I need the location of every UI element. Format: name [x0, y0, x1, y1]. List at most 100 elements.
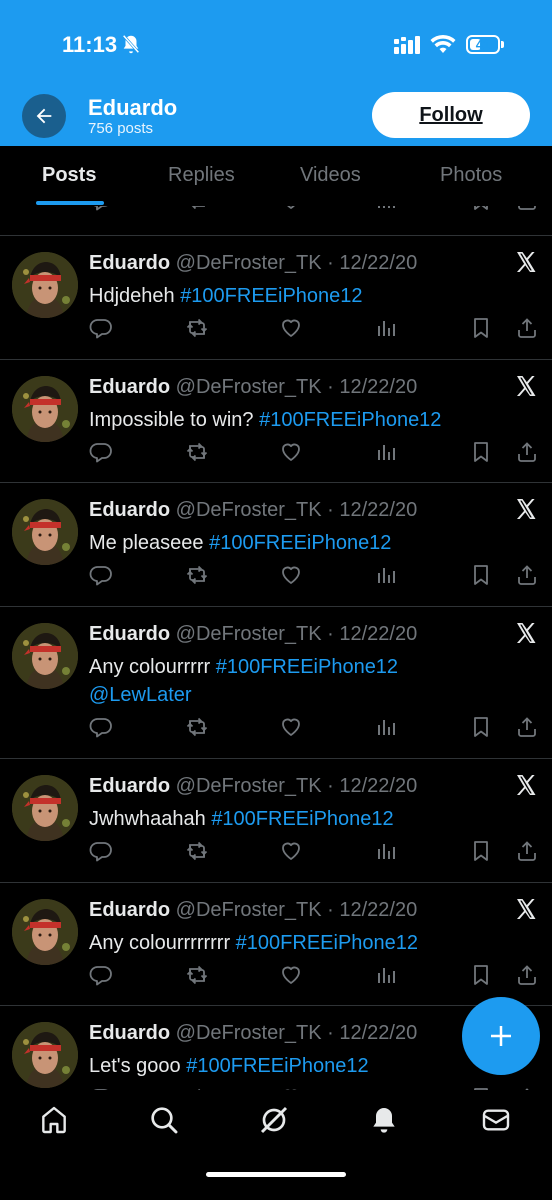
heart-icon[interactable] — [279, 206, 303, 212]
hashtag-link[interactable]: #100FREEiPhone12 — [259, 409, 441, 431]
repost-icon[interactable] — [185, 963, 209, 987]
tab-photos[interactable]: Photos — [440, 164, 502, 187]
views-icon[interactable] — [374, 715, 398, 739]
views-icon[interactable] — [374, 839, 398, 863]
share-icon[interactable] — [515, 715, 539, 739]
views-icon[interactable] — [374, 563, 398, 587]
post-text: Hdjdeheh #100FREEiPhone12 — [89, 285, 363, 307]
reply-icon[interactable] — [89, 839, 113, 863]
repost-icon[interactable] — [185, 206, 209, 212]
share-icon[interactable] — [515, 206, 539, 212]
avatar[interactable] — [12, 623, 78, 689]
hashtag-link[interactable]: #100FREEiPhone12 — [216, 656, 398, 678]
post-item[interactable]: Eduardo @DeFroster_TK · 12/22/20 Me pleas… — [0, 482, 552, 606]
author-name[interactable]: Eduardo — [89, 623, 176, 645]
share-icon[interactable] — [515, 440, 539, 464]
heart-icon[interactable] — [279, 316, 303, 340]
author-name[interactable]: Eduardo — [89, 376, 176, 398]
hashtag-link[interactable]: #100FREEiPhone12 — [211, 808, 393, 830]
x-logo-icon[interactable] — [514, 374, 538, 398]
search-icon[interactable] — [148, 1104, 180, 1136]
hashtag-link[interactable]: #100FREEiPhone12 — [186, 1055, 368, 1077]
author-name[interactable]: Eduardo — [89, 252, 176, 274]
mention-link[interactable]: @LewLater — [89, 684, 192, 706]
x-logo-icon[interactable] — [514, 250, 538, 274]
post-actions — [0, 963, 552, 993]
repost-icon[interactable] — [185, 563, 209, 587]
avatar[interactable] — [12, 775, 78, 841]
author-handle-date: @DeFroster_TK · 12/22/20 — [175, 899, 418, 921]
avatar[interactable] — [12, 252, 78, 318]
author-name[interactable]: Eduardo — [89, 499, 176, 521]
posts-feed[interactable]: Eduardo @DeFroster_TK · 12/22/20 Hdjdeheh… — [0, 206, 552, 1090]
author-name[interactable]: Eduardo — [89, 899, 176, 921]
post-item[interactable]: Eduardo @DeFroster_TK · 12/22/20 Any colo… — [0, 882, 552, 1005]
post-item[interactable]: Eduardo @DeFroster_TK · 12/22/20 Hdjdeheh… — [0, 235, 552, 359]
status-time: 11:13 — [62, 32, 118, 57]
views-icon[interactable] — [374, 206, 398, 212]
home-icon[interactable] — [38, 1104, 70, 1136]
bookmark-icon[interactable] — [469, 563, 493, 587]
post-actions — [0, 206, 552, 218]
bookmark-icon[interactable] — [469, 963, 493, 987]
heart-icon[interactable] — [279, 839, 303, 863]
heart-icon[interactable] — [279, 563, 303, 587]
views-icon[interactable] — [374, 316, 398, 340]
avatar[interactable] — [12, 899, 78, 965]
compose-button[interactable] — [462, 997, 540, 1075]
repost-icon[interactable] — [185, 715, 209, 739]
wifi-icon — [430, 34, 456, 53]
hashtag-link[interactable]: #100FREEiPhone12 — [180, 285, 362, 307]
repost-icon[interactable] — [185, 440, 209, 464]
x-logo-icon[interactable] — [514, 897, 538, 921]
tab-posts[interactable]: Posts — [42, 164, 96, 187]
bookmark-icon[interactable] — [469, 440, 493, 464]
share-icon[interactable] — [515, 316, 539, 340]
post-item[interactable]: Eduardo @DeFroster_TK · 12/22/20 Jwhwhaah… — [0, 758, 552, 882]
tab-replies[interactable]: Replies — [168, 164, 235, 187]
author-name[interactable]: Eduardo — [89, 775, 176, 797]
post-item[interactable]: Eduardo @DeFroster_TK · 12/22/20 Any colo… — [0, 606, 552, 758]
hashtag-link[interactable]: #100FREEiPhone12 — [209, 532, 391, 554]
views-icon[interactable] — [374, 963, 398, 987]
status-bar: 11:13 41 — [0, 0, 552, 90]
profile-header: 11:13 41 Eduardo 756 posts Follow — [0, 0, 552, 146]
avatar[interactable] — [12, 1022, 78, 1088]
avatar[interactable] — [12, 376, 78, 442]
x-logo-icon[interactable] — [514, 497, 538, 521]
reply-icon[interactable] — [89, 715, 113, 739]
reply-icon[interactable] — [89, 963, 113, 987]
follow-button[interactable]: Follow — [372, 92, 530, 138]
tab-videos[interactable]: Videos — [300, 164, 361, 187]
reply-icon[interactable] — [89, 563, 113, 587]
back-button[interactable] — [22, 94, 66, 138]
views-icon[interactable] — [374, 440, 398, 464]
heart-icon[interactable] — [279, 715, 303, 739]
avatar[interactable] — [12, 499, 78, 565]
share-icon[interactable] — [515, 839, 539, 863]
heart-icon[interactable] — [279, 440, 303, 464]
heart-icon[interactable] — [279, 963, 303, 987]
hashtag-link[interactable]: #100FREEiPhone12 — [236, 932, 418, 954]
post-header: Eduardo @DeFroster_TK · 12/22/20 — [89, 376, 417, 399]
reply-icon[interactable] — [89, 440, 113, 464]
post-item[interactable]: Eduardo @DeFroster_TK · 12/22/20 Impossib… — [0, 359, 552, 482]
x-logo-icon[interactable] — [514, 773, 538, 797]
bookmark-icon[interactable] — [469, 206, 493, 212]
repost-icon[interactable] — [185, 316, 209, 340]
bookmark-icon[interactable] — [469, 316, 493, 340]
reply-icon[interactable] — [89, 206, 113, 212]
author-handle-date: @DeFroster_TK · 12/22/20 — [175, 623, 418, 645]
share-icon[interactable] — [515, 963, 539, 987]
author-name[interactable]: Eduardo — [89, 1022, 176, 1044]
bottom-navigation — [0, 1090, 552, 1200]
reply-icon[interactable] — [89, 316, 113, 340]
share-icon[interactable] — [515, 563, 539, 587]
mail-icon[interactable] — [480, 1104, 512, 1136]
repost-icon[interactable] — [185, 839, 209, 863]
bell-icon[interactable] — [368, 1104, 400, 1136]
x-logo-icon[interactable] — [514, 621, 538, 645]
grok-icon[interactable] — [258, 1104, 290, 1136]
bookmark-icon[interactable] — [469, 839, 493, 863]
bookmark-icon[interactable] — [469, 715, 493, 739]
